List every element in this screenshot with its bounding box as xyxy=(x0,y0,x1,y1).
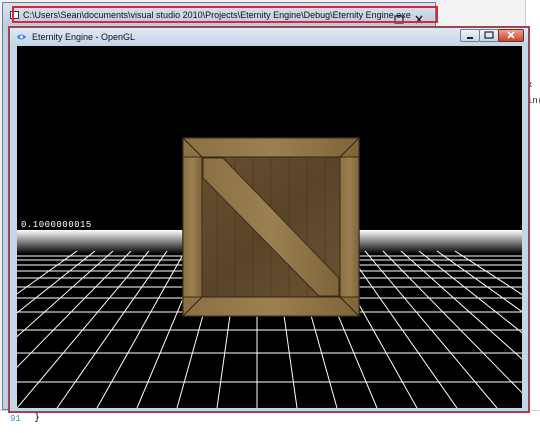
opengl-viewport[interactable]: 0.1000000015 xyxy=(17,46,522,408)
minimize-icon xyxy=(467,37,473,39)
opengl-window-title: Eternity Engine - OpenGL xyxy=(32,32,136,42)
maximize-button[interactable] xyxy=(479,29,499,42)
close-icon xyxy=(507,31,515,39)
maximize-icon xyxy=(484,31,494,39)
minimize-button[interactable] xyxy=(460,29,480,42)
close-button[interactable] xyxy=(498,29,524,42)
opengl-title-bar[interactable]: Eternity Engine - OpenGL xyxy=(10,28,528,46)
code-line[interactable]: } xyxy=(34,413,40,424)
scene-render xyxy=(17,137,522,408)
app-logo-icon xyxy=(17,34,26,40)
opengl-window[interactable]: Eternity Engine - OpenGL 0.1000000015 xyxy=(9,27,529,412)
value-readout: 0.1000000015 xyxy=(21,220,92,230)
console-title-highlight xyxy=(12,6,438,23)
ide-editor-bottom: 91 } xyxy=(0,410,540,433)
crate-model xyxy=(182,137,360,317)
line-number: 91 xyxy=(10,414,21,424)
